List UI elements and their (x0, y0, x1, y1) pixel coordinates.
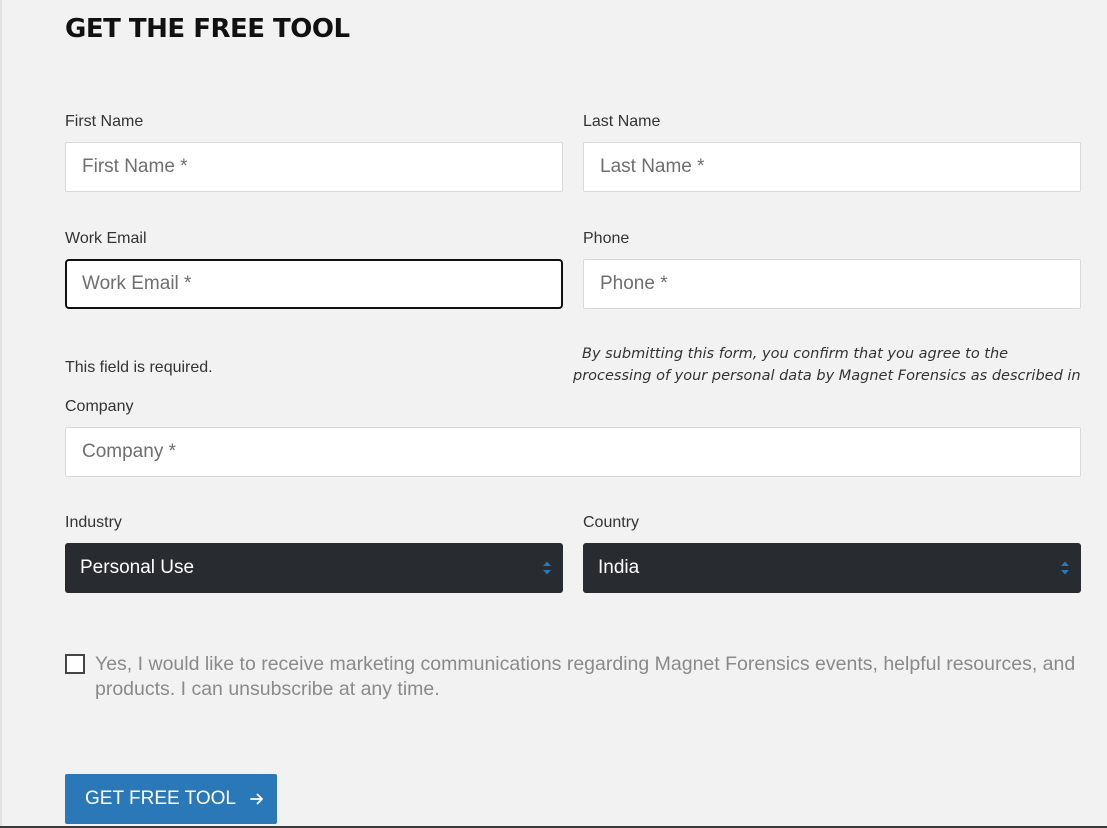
work-email-label: Work Email (65, 230, 147, 247)
marketing-opt-in-checkbox[interactable] (65, 654, 85, 674)
last-name-input[interactable] (583, 142, 1081, 192)
consent-notice-line-2: processing of your personal data by Magn… (573, 368, 1081, 384)
phone-input[interactable] (583, 259, 1081, 309)
company-input[interactable] (65, 427, 1081, 477)
first-name-label: First Name (65, 113, 144, 130)
company-label: Company (65, 398, 134, 415)
chevron-up-down-icon (1061, 561, 1069, 575)
get-free-tool-button-label: GET FREE TOOL (85, 788, 236, 809)
last-name-label: Last Name (583, 113, 661, 130)
industry-select[interactable]: Personal Use (65, 543, 563, 593)
first-name-input[interactable] (65, 142, 563, 192)
marketing-opt-in-label[interactable]: Yes, I would like to receive marketing c… (95, 652, 1085, 702)
consent-notice-line-1: By submitting this form, you confirm tha… (582, 346, 1009, 362)
country-label: Country (583, 514, 640, 531)
work-email-input[interactable] (65, 259, 563, 309)
form-title: GET THE FREE TOOL (65, 14, 350, 44)
phone-label: Phone (583, 230, 630, 247)
country-select[interactable]: India (583, 543, 1081, 593)
page-edge (0, 0, 2, 828)
industry-label: Industry (65, 514, 122, 531)
consent-notice: By submitting this form, you confirm tha… (573, 343, 1103, 387)
chevron-up-down-icon (543, 561, 551, 575)
arrow-right-icon (250, 793, 263, 805)
country-selected-value: India (598, 557, 640, 578)
industry-selected-value: Personal Use (80, 557, 195, 578)
work-email-error: This field is required. (65, 359, 213, 376)
get-free-tool-button[interactable]: GET FREE TOOL (65, 774, 277, 824)
